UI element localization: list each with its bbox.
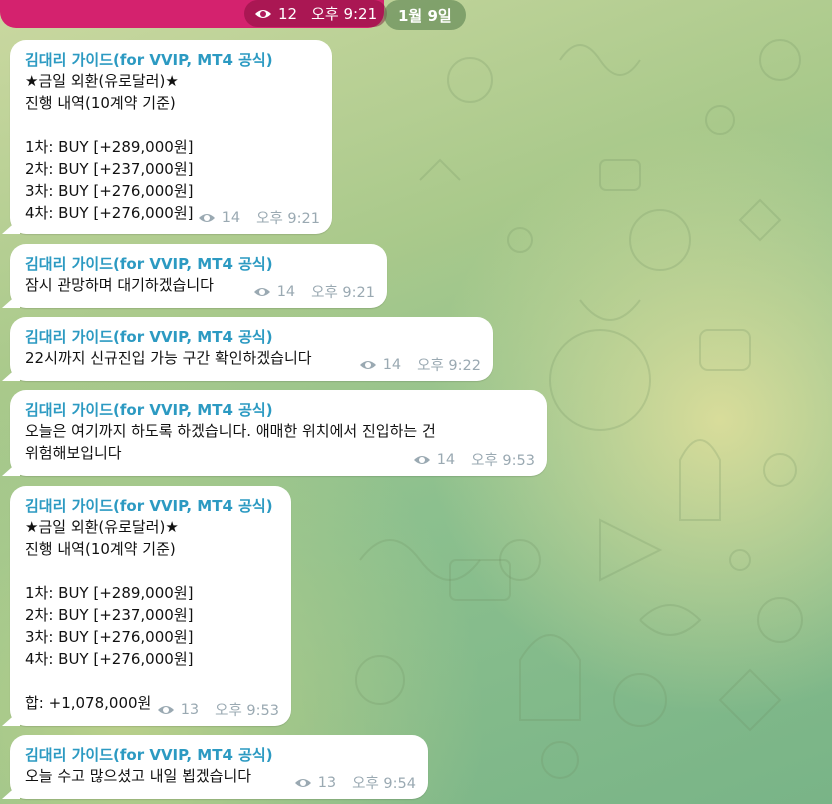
- message-bubble[interactable]: 김대리 가이드(for VVIP, MT4 공식) 오늘은 여기까지 하도록 하…: [10, 390, 547, 476]
- date-separator[interactable]: 1월 9일: [384, 0, 466, 30]
- message-time: 오후 9:54: [352, 776, 416, 792]
- view-count: 14: [221, 209, 241, 226]
- message-meta: 13 오후 9:54: [294, 772, 416, 793]
- sender-name[interactable]: 김대리 가이드(for VVIP, MT4 공식): [25, 496, 277, 516]
- sender-name[interactable]: 김대리 가이드(for VVIP, MT4 공식): [25, 327, 479, 347]
- view-count-icon: [157, 705, 174, 714]
- sender-name[interactable]: 김대리 가이드(for VVIP, MT4 공식): [25, 400, 533, 420]
- message-bubble[interactable]: 김대리 가이드(for VVIP, MT4 공식) 22시까지 신규진입 가능 …: [10, 317, 493, 381]
- message-meta: 13 오후 9:53: [157, 699, 279, 720]
- chat-background: 12 오후 9:21 1월 9일 김대리 가이드(for VVIP, MT4 공…: [0, 0, 832, 804]
- sender-name[interactable]: 김대리 가이드(for VVIP, MT4 공식): [25, 254, 373, 274]
- message-meta: 14 오후 9:53: [413, 449, 535, 470]
- message-bubble[interactable]: 김대리 가이드(for VVIP, MT4 공식) ★금일 외환(유로달러)★ …: [10, 486, 291, 726]
- view-count-icon: [198, 213, 215, 222]
- view-count-icon: [294, 778, 311, 787]
- message-bubble[interactable]: 김대리 가이드(for VVIP, MT4 공식) 잠시 관망하며 대기하겠습니…: [10, 244, 387, 308]
- message-meta: 14 오후 9:21: [198, 207, 320, 228]
- view-count-icon: [413, 455, 430, 464]
- view-count-icon: [255, 9, 271, 18]
- message-text: ★금일 외환(유로달러)★ 진행 내역(10계약 기준) 1차: BUY [+2…: [25, 518, 194, 712]
- sender-name[interactable]: 김대리 가이드(for VVIP, MT4 공식): [25, 50, 318, 70]
- message-time: 오후 9:22: [417, 358, 481, 374]
- previous-message-meta: 12 오후 9:21: [244, 0, 388, 27]
- message-text: ★금일 외환(유로달러)★ 진행 내역(10계약 기준) 1차: BUY [+2…: [25, 72, 194, 222]
- view-count: 12: [278, 4, 298, 23]
- message-bubble[interactable]: 김대리 가이드(for VVIP, MT4 공식) 오늘 수고 많으셨고 내일 …: [10, 735, 428, 799]
- view-count: 14: [276, 283, 296, 300]
- view-count: 13: [180, 701, 200, 718]
- message-time: 오후 9:53: [471, 453, 535, 469]
- view-count-icon: [253, 287, 270, 296]
- message-time: 오후 9:21: [256, 211, 320, 227]
- sender-name[interactable]: 김대리 가이드(for VVIP, MT4 공식): [25, 745, 414, 765]
- view-count-icon: [359, 360, 376, 369]
- view-count: 14: [382, 356, 402, 373]
- message-time: 오후 9:21: [311, 285, 375, 301]
- message-time: 오후 9:21: [311, 5, 378, 23]
- view-count: 14: [436, 451, 456, 468]
- message-bubble[interactable]: 김대리 가이드(for VVIP, MT4 공식) ★금일 외환(유로달러)★ …: [10, 40, 332, 234]
- message-meta: 14 오후 9:21: [253, 281, 375, 302]
- message-meta: 14 오후 9:22: [359, 354, 481, 375]
- message-time: 오후 9:53: [215, 703, 279, 719]
- view-count: 13: [317, 774, 337, 791]
